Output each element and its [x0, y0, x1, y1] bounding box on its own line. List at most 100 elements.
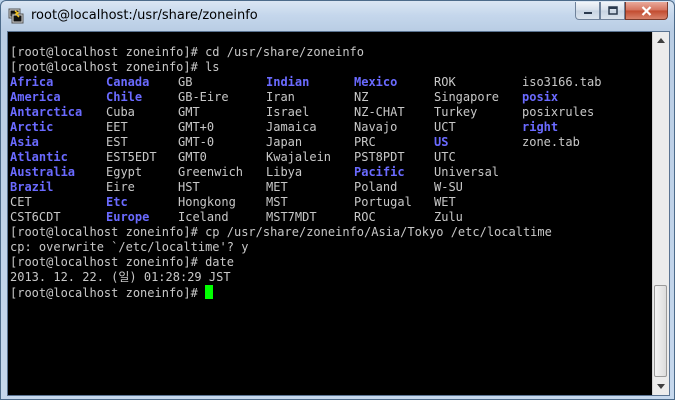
- ls-file-entry: EET: [106, 120, 128, 134]
- ls-file-entry: ROK: [434, 75, 456, 89]
- ls-directory-entry: Asia: [10, 135, 39, 149]
- minimize-icon: [583, 11, 592, 14]
- ls-file-entry: Israel: [266, 105, 310, 119]
- prompt-line[interactable]: [root@localhost zoneinfo]#: [10, 285, 650, 300]
- ls-file-entry: Iceland: [178, 210, 229, 224]
- ls-directory-entry: right: [522, 120, 559, 134]
- minimize-button[interactable]: [575, 2, 600, 20]
- ls-directory-entry: Etc: [106, 195, 128, 209]
- maximize-button[interactable]: [600, 2, 625, 20]
- ls-file-entry: Libya: [266, 165, 303, 179]
- terminal-area[interactable]: [root@localhost zoneinfo]# cd /usr/share…: [7, 31, 670, 396]
- ls-file-entry: Greenwich: [178, 165, 244, 179]
- scroll-down-button[interactable]: [653, 378, 669, 395]
- ls-file-entry: Kwajalein: [266, 150, 332, 164]
- ls-file-entry: GB: [178, 75, 193, 89]
- ls-directory-entry: Canada: [106, 75, 150, 89]
- ls-directory-entry: America: [10, 90, 61, 104]
- ls-file-entry: GMT-0: [178, 135, 215, 149]
- ls-file-entry: EST: [106, 135, 128, 149]
- ls-file-entry: Navajo: [354, 120, 398, 134]
- ls-row: Brazil Eire HST MET Poland W-SU: [10, 180, 650, 195]
- ls-directory-entry: Africa: [10, 75, 54, 89]
- terminal-line: cp: overwrite `/etc/localtime'? y: [10, 240, 249, 254]
- ls-file-entry: UTC: [434, 150, 456, 164]
- ls-file-entry: Turkey: [434, 105, 478, 119]
- ls-row: America Chile GB-Eire Iran NZ Singapore posix: [10, 90, 650, 105]
- ls-file-entry: Cuba: [106, 105, 135, 119]
- ls-file-entry: Japan: [266, 135, 303, 149]
- ls-directory-entry: US: [434, 135, 449, 149]
- ls-directory-entry: Pacific: [354, 165, 405, 179]
- ls-row: Australia Egypt Greenwich Libya Pacific Unive…: [10, 165, 650, 180]
- arrow-down-icon: [657, 384, 665, 389]
- ls-file-entry: PST8PDT: [354, 150, 405, 164]
- ls-row: Africa Canada GB Indian Mexico ROK iso3166.tab: [10, 75, 650, 90]
- ls-file-entry: Portugal: [354, 195, 412, 209]
- ls-file-entry: Hongkong: [178, 195, 236, 209]
- ls-file-entry: GMT: [178, 105, 200, 119]
- ls-file-entry: posixrules: [522, 105, 595, 119]
- ls-directory-entry: Antarctica: [10, 105, 83, 119]
- arrow-up-icon: [657, 38, 665, 43]
- window-title: root@localhost:/usr/share/zoneinfo: [31, 8, 258, 23]
- ls-file-entry: Poland: [354, 180, 398, 194]
- ls-directory-entry: Australia: [10, 165, 76, 179]
- terminal-line: 2013. 12. 22. (일) 01:28:29 JST: [10, 270, 231, 284]
- ls-output: Africa Canada GB Indian Mexico ROK iso3166.tab…: [10, 75, 650, 225]
- terminal-output: [root@localhost zoneinfo]# cd /usr/share…: [10, 45, 650, 395]
- ls-row: CET Etc Hongkong MST Portugal WET: [10, 195, 650, 210]
- ls-file-entry: zone.tab: [522, 135, 580, 149]
- ls-directory-entry: Atlantic: [10, 150, 68, 164]
- ls-file-entry: CET: [10, 195, 32, 209]
- shell-prompt: [root@localhost zoneinfo]#: [10, 286, 206, 300]
- ls-row: Antarctica Cuba GMT Israel NZ-CHAT Turkey posi…: [10, 105, 650, 120]
- ls-file-entry: PRC: [354, 135, 376, 149]
- ls-directory-entry: Mexico: [354, 75, 398, 89]
- ls-file-entry: Zulu: [434, 210, 463, 224]
- putty-terminal-icon: [8, 8, 24, 24]
- ls-file-entry: CST6CDT: [10, 210, 61, 224]
- ls-file-entry: Jamaica: [266, 120, 317, 134]
- ls-directory-entry: Europe: [106, 210, 150, 224]
- maximize-icon: [607, 6, 618, 15]
- ls-file-entry: EST5EDT: [106, 150, 157, 164]
- ls-file-entry: MST: [266, 195, 288, 209]
- ls-file-entry: MST7MDT: [266, 210, 317, 224]
- terminal-line: [root@localhost zoneinfo]# ls: [10, 60, 220, 74]
- ls-file-entry: WET: [434, 195, 456, 209]
- ls-file-entry: NZ-CHAT: [354, 105, 405, 119]
- vertical-scrollbar[interactable]: [652, 32, 669, 395]
- scroll-up-button[interactable]: [653, 32, 669, 49]
- terminal-line: [root@localhost zoneinfo]# date: [10, 255, 234, 269]
- ls-file-entry: HST: [178, 180, 200, 194]
- ls-file-entry: GMT0: [178, 150, 207, 164]
- ls-file-entry: Iran: [266, 90, 295, 104]
- ls-row: Atlantic EST5EDT GMT0 Kwajalein PST8PDT UTC: [10, 150, 650, 165]
- ls-directory-entry: Chile: [106, 90, 143, 104]
- ls-file-entry: NZ: [354, 90, 369, 104]
- ls-file-entry: iso3166.tab: [522, 75, 602, 89]
- terminal-line: [root@localhost zoneinfo]# cp /usr/share…: [10, 225, 552, 239]
- ls-file-entry: UCT: [434, 120, 456, 134]
- terminal-window: root@localhost:/usr/share/zoneinfo [root…: [0, 0, 675, 400]
- title-bar[interactable]: root@localhost:/usr/share/zoneinfo: [1, 1, 674, 31]
- ls-file-entry: W-SU: [434, 180, 463, 194]
- ls-directory-entry: Arctic: [10, 120, 54, 134]
- ls-file-entry: Egypt: [106, 165, 143, 179]
- ls-row: Arctic EET GMT+0 Jamaica Navajo UCT right: [10, 120, 650, 135]
- ls-file-entry: ROC: [354, 210, 376, 224]
- ls-row: CST6CDT Europe Iceland MST7MDT ROC Zulu: [10, 210, 650, 225]
- close-button[interactable]: [625, 2, 668, 20]
- ls-file-entry: GMT+0: [178, 120, 215, 134]
- ls-file-entry: Singapore: [434, 90, 500, 104]
- window-controls: [575, 2, 668, 21]
- terminal-line: [root@localhost zoneinfo]# cd /usr/share…: [10, 45, 365, 59]
- ls-file-entry: GB-Eire: [178, 90, 229, 104]
- ls-row: Asia EST GMT-0 Japan PRC US zone.tab: [10, 135, 650, 150]
- ls-file-entry: Universal: [434, 165, 500, 179]
- ls-file-entry: Eire: [106, 180, 135, 194]
- text-cursor: [205, 285, 214, 299]
- scrollbar-thumb[interactable]: [654, 285, 667, 377]
- ls-directory-entry: Brazil: [10, 180, 54, 194]
